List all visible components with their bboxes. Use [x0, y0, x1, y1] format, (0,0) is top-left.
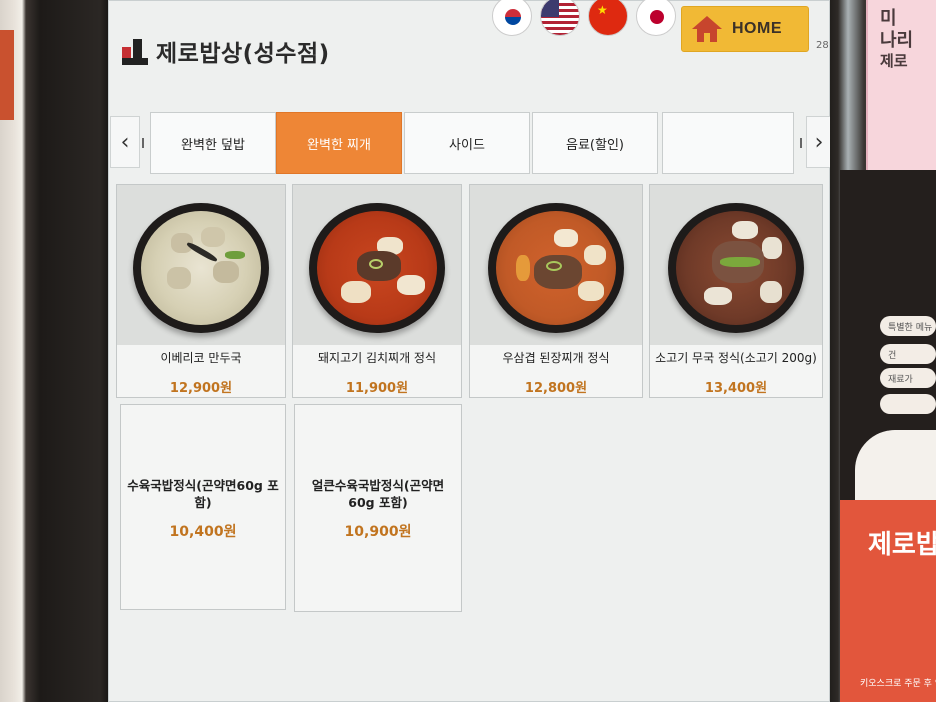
tab-divider [142, 138, 144, 148]
china-flag-icon[interactable]: ★ [588, 0, 628, 36]
home-button-label: HOME [732, 20, 782, 37]
food-photo [650, 185, 822, 345]
brand-logo-icon [122, 37, 148, 65]
store-brand: 제로밥상(성수점) [122, 34, 330, 68]
menu-item-price: 13,400원 [704, 381, 768, 396]
menu-item-name: 돼지고기 김치찌개 정식 [317, 351, 437, 365]
menu-item-name: 소고기 무국 정식(소고기 200g) [655, 351, 817, 365]
tab-empty[interactable] [662, 112, 794, 174]
menu-item-price: 12,800원 [524, 381, 588, 396]
store-name: 제로밥상(성수점) [156, 41, 330, 67]
category-tabs: ‹ 완벽한 덮밥 완벽한 찌개 사이드 음료(할인) › [108, 110, 830, 174]
poster-title: 제로밥 [868, 530, 936, 560]
language-selector: ★ [492, 0, 676, 36]
tab-sides[interactable]: 사이드 [404, 112, 530, 174]
menu-item-soybean-stew[interactable]: 우삼겹 된장찌개 정식 12,800원 [469, 184, 643, 398]
food-photo [470, 185, 642, 345]
poster-top-text-3: 제로 [880, 52, 908, 70]
menu-item-beef-radish-soup[interactable]: 소고기 무국 정식(소고기 200g) 13,400원 [649, 184, 823, 398]
home-button[interactable]: HOME [681, 6, 809, 52]
japan-flag-icon[interactable] [636, 0, 676, 36]
menu-item-price: 11,900원 [345, 381, 409, 396]
tab-stews[interactable]: 완벽한 찌개 [276, 112, 402, 174]
poster-top-text-2: 나리 [880, 30, 914, 51]
menu-item-spicy-pork-rice-soup[interactable]: 얼큰수육국밥정식(곤약면60g 포함) 10,900원 [294, 404, 462, 612]
background-sign [0, 30, 14, 120]
menu-item-price: 12,900원 [169, 381, 233, 396]
poster-footer: 키오스크로 주문 후 영수증 받기 [860, 679, 936, 689]
kiosk-left-bezel [0, 0, 110, 702]
menu-item-name: 얼큰수육국밥정식(곤약면60g 포함) [311, 478, 445, 510]
us-flag-icon[interactable] [540, 0, 580, 36]
kiosk-screen: 제로밥상(성수점) ★ HOME 28 ‹ 완벽한 덮밥 완벽한 찌개 사이드 … [108, 0, 830, 702]
tab-rice-bowls[interactable]: 완벽한 덮밥 [150, 112, 276, 174]
chevron-left-icon: ‹ [120, 129, 130, 155]
menu-item-price: 10,900원 [344, 524, 412, 540]
tabs-prev-button[interactable]: ‹ [110, 116, 140, 168]
menu-item-dumpling-soup[interactable]: 이베리코 만두국 12,900원 [116, 184, 286, 398]
menu-item-name: 수육국밥정식(곤약면60g 포함) [127, 478, 279, 510]
food-photo [117, 185, 285, 345]
menu-item-name: 우삼겹 된장찌개 정식 [502, 351, 610, 365]
poster-line-2: 건 [880, 344, 936, 364]
chevron-right-icon: › [814, 129, 824, 155]
food-photo [293, 185, 461, 345]
menu-item-price: 10,400원 [169, 524, 237, 540]
page-number: 28 [816, 40, 829, 51]
poster-line-4 [880, 394, 936, 414]
poster-line-1: 특별한 메뉴 [880, 316, 936, 336]
menu-item-pork-rice-soup[interactable]: 수육국밥정식(곤약면60g 포함) 10,400원 [120, 404, 286, 610]
menu-item-name: 이베리코 만두국 [160, 351, 242, 365]
poster-top: 미 나리 제로 [866, 0, 936, 170]
tab-divider [800, 138, 802, 148]
tab-drinks[interactable]: 음료(할인) [532, 112, 658, 174]
korean-flag-icon[interactable] [492, 0, 532, 36]
menu-item-kimchi-stew[interactable]: 돼지고기 김치찌개 정식 11,900원 [292, 184, 462, 398]
home-icon [692, 16, 722, 42]
poster-line-3: 재료가 [880, 368, 936, 388]
tabs-next-button[interactable]: › [806, 116, 830, 168]
